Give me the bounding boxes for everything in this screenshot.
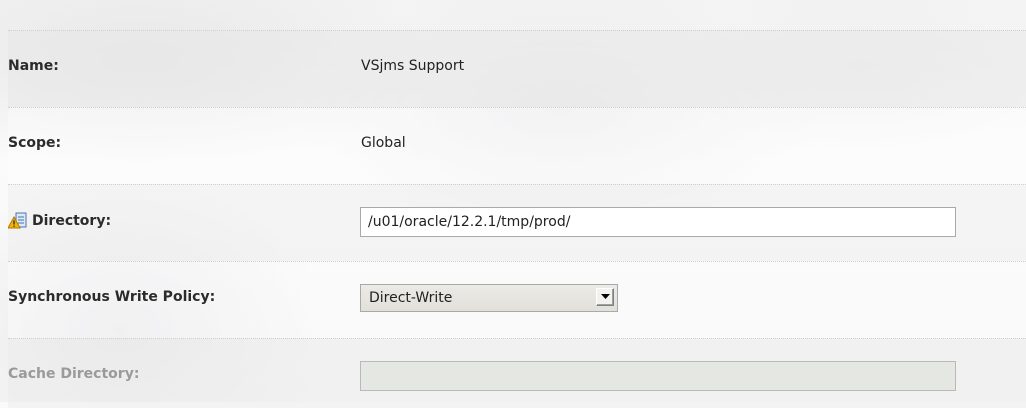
scope-row: Scope: Global [8,107,1026,184]
directory-label: Directory: [32,213,112,229]
sync-write-policy-select[interactable]: Direct-Write [360,284,618,312]
settings-form: Name: VSjms Support Scope: Global Direct… [7,6,1026,408]
form-top-spacer [8,6,1026,30]
name-label: Name: [8,58,59,74]
directory-label-group: Directory: [7,212,112,230]
sync-write-policy-selected: Direct-Write [369,290,453,306]
directory-row: Directory: /u01/oracle/12.2.1/tmp/prod/ [7,184,1026,261]
cache-directory-input [360,361,956,391]
name-value: VSjms Support [361,58,465,74]
warning-config-icon [7,212,28,230]
directory-input[interactable]: /u01/oracle/12.2.1/tmp/prod/ [360,207,956,237]
name-row: Name: VSjms Support [8,30,1026,107]
sync-write-policy-label: Synchronous Write Policy: [8,289,216,305]
sync-write-policy-row: Synchronous Write Policy: Direct-Write [8,261,1026,338]
cache-directory-label: Cache Directory: [8,366,140,382]
scope-label: Scope: [8,135,62,151]
scope-value: Global [361,135,406,151]
cache-directory-row: Cache Directory: [8,338,1026,408]
dropdown-arrow-icon[interactable] [596,288,614,306]
